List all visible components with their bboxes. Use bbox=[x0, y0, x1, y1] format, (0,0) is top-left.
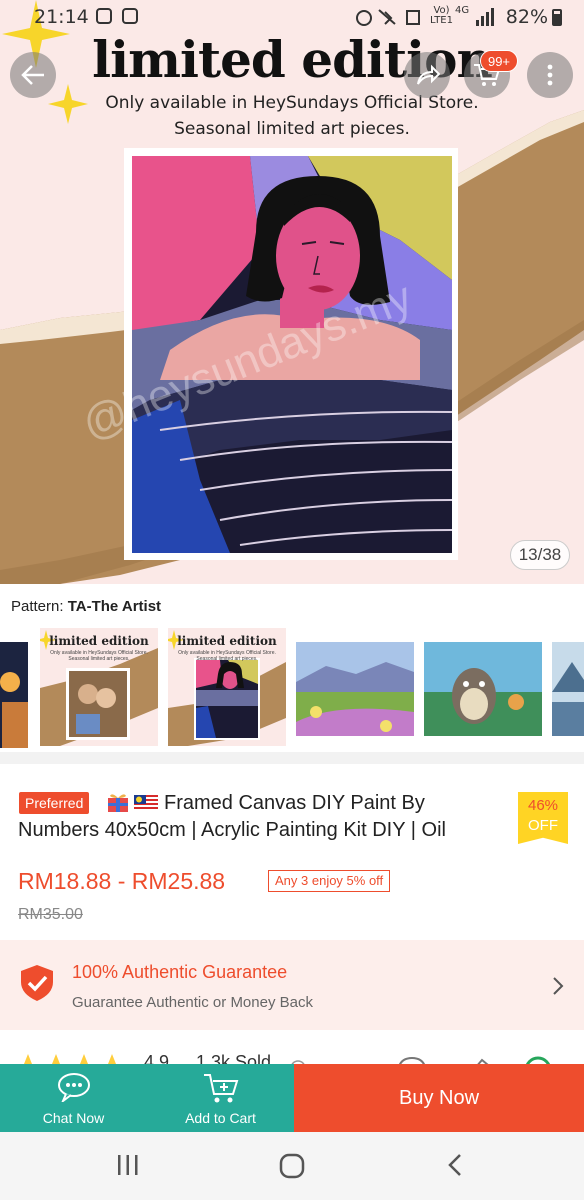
variation-thumbnails: limited edition Only available in HeySun… bbox=[0, 628, 584, 748]
signal-icon bbox=[476, 8, 494, 26]
thumb-subtitle: Only available in HeySundays Official St… bbox=[178, 650, 276, 662]
battery-icon bbox=[552, 9, 562, 26]
share-button[interactable] bbox=[404, 52, 450, 98]
system-nav-bar bbox=[0, 1132, 584, 1200]
chevron-right-icon bbox=[553, 977, 564, 995]
back-nav-icon[interactable] bbox=[446, 1152, 464, 1178]
section-divider bbox=[0, 752, 584, 764]
buy-now-button[interactable]: Buy Now bbox=[294, 1064, 584, 1132]
variation-thumb-city-night[interactable] bbox=[0, 642, 28, 748]
authentic-guarantee-row[interactable]: 100% Authentic Guarantee Guarantee Authe… bbox=[0, 940, 584, 1030]
variation-label-prefix: Pattern: bbox=[11, 598, 68, 615]
add-to-cart-button[interactable]: Add to Cart bbox=[147, 1064, 294, 1132]
chat-now-button[interactable]: Chat Now bbox=[0, 1064, 147, 1132]
bundle-promo-tag[interactable]: Any 3 enjoy 5% off bbox=[268, 870, 391, 892]
watermark: @heysundays.my bbox=[80, 273, 419, 450]
variation-thumb-limited-edition-the-artist[interactable]: limited edition Only available in HeySun… bbox=[168, 628, 286, 746]
add-to-cart-icon bbox=[203, 1074, 238, 1103]
chat-icon bbox=[57, 1073, 90, 1102]
image-counter: 13/38 bbox=[510, 540, 570, 570]
variation-thumb-totoro[interactable] bbox=[424, 642, 542, 736]
thumb-image bbox=[0, 642, 28, 748]
product-title: Framed Canvas DIY Paint By Numbers 40x50… bbox=[18, 790, 508, 844]
recent-apps-icon[interactable] bbox=[116, 1152, 140, 1178]
original-price: RM35.00 bbox=[18, 906, 83, 923]
product-image-carousel[interactable]: 21:14 Vo) LTE1 4G 82% limited edition Onl… bbox=[0, 0, 584, 584]
discount-off-label: OFF bbox=[528, 817, 558, 834]
status-icons bbox=[356, 9, 420, 26]
thumb-image bbox=[552, 642, 584, 736]
cart-count-badge: 99+ bbox=[480, 50, 518, 72]
thumb-title: limited edition bbox=[177, 634, 277, 648]
thumb-image bbox=[424, 642, 542, 736]
status-bar: 21:14 Vo) LTE1 4G 82% bbox=[0, 0, 584, 34]
home-icon[interactable] bbox=[278, 1152, 306, 1180]
hero-subtitle-line1: Only available in HeySundays Official St… bbox=[105, 93, 479, 113]
thumb-subtitle: Only available in HeySundays Official St… bbox=[50, 650, 148, 662]
variation-thumb-flower-field[interactable] bbox=[296, 642, 414, 736]
chat-now-label: Chat Now bbox=[42, 1110, 105, 1126]
product-title-text: Framed Canvas DIY Paint By Numbers 40x50… bbox=[18, 792, 446, 841]
notification-icon bbox=[122, 8, 138, 24]
discount-percent: 46% bbox=[527, 797, 559, 814]
arrow-left-icon bbox=[21, 65, 44, 85]
gift-flag-icon bbox=[108, 794, 158, 812]
price-range: RM18.88 - RM25.88 bbox=[18, 868, 226, 894]
battery-percent: 82% bbox=[505, 6, 548, 28]
hero-subtitle-line2: Seasonal limited art pieces. bbox=[174, 119, 410, 139]
variation-thumb-snow-mountain[interactable] bbox=[552, 642, 584, 736]
back-button[interactable] bbox=[10, 52, 56, 98]
variation-selected: TA-The Artist bbox=[67, 598, 162, 615]
add-to-cart-label: Add to Cart bbox=[185, 1110, 256, 1126]
share-icon bbox=[417, 64, 440, 85]
rating-row: 4.9 1.3k Sold bbox=[0, 1040, 584, 1066]
rating-stars bbox=[14, 1054, 551, 1066]
variation-thumb-limited-edition-couple[interactable]: limited edition Only available in HeySun… bbox=[40, 628, 158, 746]
guarantee-subtitle: Guarantee Authentic or Money Back bbox=[72, 994, 313, 1011]
network-label-bottom: LTE1 bbox=[430, 15, 453, 26]
shield-check-icon bbox=[21, 965, 53, 1001]
variation-label: Pattern: TA-The Artist bbox=[11, 598, 161, 615]
status-time: 21:14 bbox=[34, 6, 89, 28]
watermark-text: @heysundays.my bbox=[80, 273, 419, 450]
network-label: Vo) LTE1 bbox=[430, 6, 453, 26]
network-type: 4G bbox=[455, 5, 470, 16]
thumb-image bbox=[296, 642, 414, 736]
discount-tag: 46% OFF bbox=[518, 792, 568, 844]
more-vertical-icon bbox=[547, 64, 553, 86]
more-options-button[interactable] bbox=[527, 52, 573, 98]
thumb-title: limited edition bbox=[49, 634, 149, 648]
instagram-icon bbox=[96, 8, 112, 24]
guarantee-title: 100% Authentic Guarantee bbox=[72, 962, 288, 982]
bottom-action-bar: Chat Now Add to Cart Buy Now bbox=[0, 1064, 584, 1132]
